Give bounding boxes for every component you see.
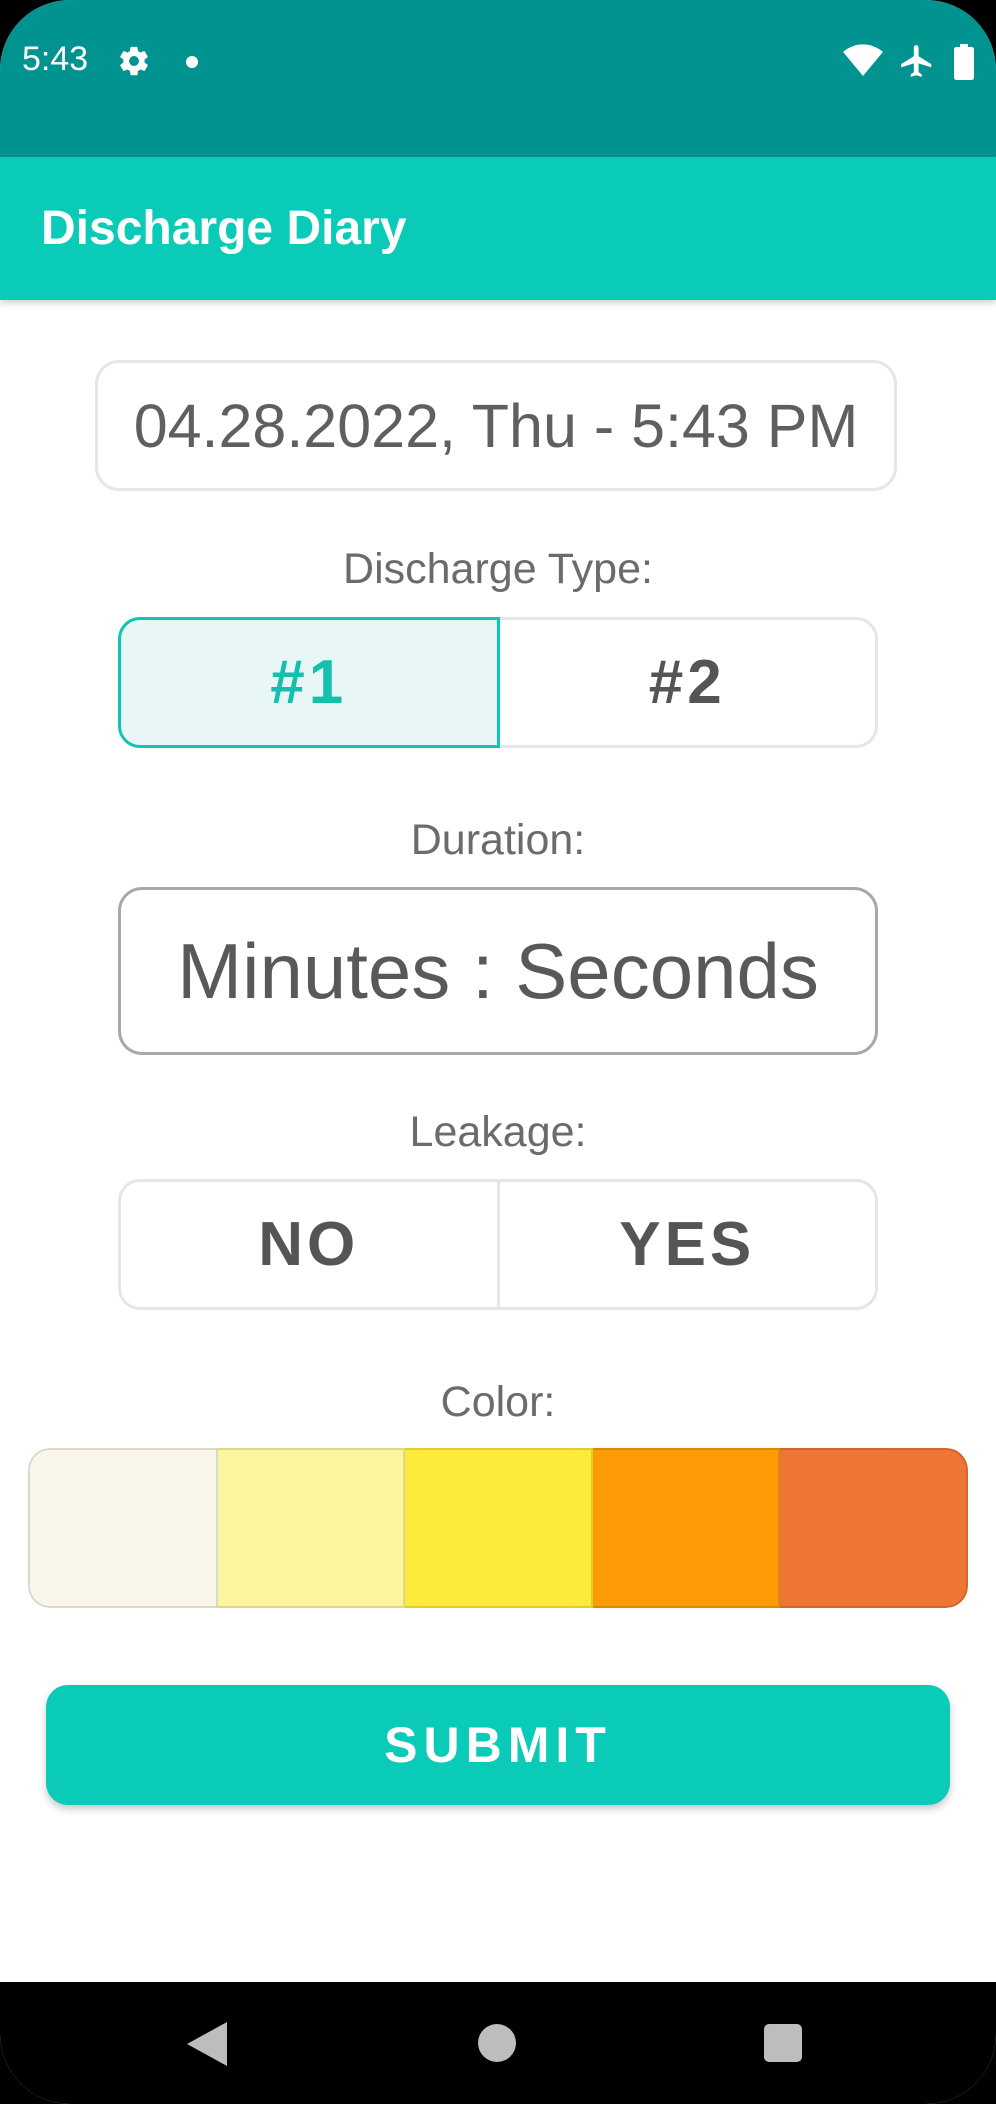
leakage-yes-button[interactable]: YES	[499, 1179, 878, 1310]
page-title: Discharge Diary	[41, 202, 407, 255]
color-picker	[28, 1448, 968, 1608]
color-label: Color:	[440, 1378, 556, 1426]
app-bar: Discharge Diary	[0, 157, 996, 300]
navigation-bar	[0, 1982, 996, 2104]
color-swatch-2[interactable]	[217, 1448, 406, 1608]
dot-icon	[186, 56, 198, 68]
status-bar: 5:43	[0, 0, 996, 157]
color-swatch-3[interactable]	[405, 1448, 593, 1608]
phone-screen: 5:43 Discharge Diary 04.28.2022, Thu - 5…	[0, 0, 996, 2104]
home-icon[interactable]	[478, 2024, 516, 2062]
airplane-icon	[901, 45, 932, 77]
battery-icon	[954, 44, 974, 80]
duration-input[interactable]: Minutes : Seconds	[118, 887, 878, 1055]
discharge-type-toggle: #1 #2	[118, 617, 878, 748]
discharge-type-option-1[interactable]: #1	[118, 617, 500, 748]
back-icon[interactable]	[186, 2022, 228, 2066]
color-swatch-1[interactable]	[28, 1448, 218, 1608]
leakage-no-button[interactable]: NO	[118, 1179, 500, 1310]
gear-icon	[120, 46, 148, 76]
leakage-label: Leakage:	[409, 1108, 587, 1156]
recents-icon[interactable]	[764, 2024, 802, 2062]
color-swatch-4[interactable]	[592, 1448, 781, 1608]
leakage-toggle: NO YES	[118, 1179, 878, 1310]
color-swatch-5[interactable]	[780, 1448, 968, 1608]
submit-button[interactable]: SUBMIT	[46, 1685, 950, 1805]
datetime-picker[interactable]: 04.28.2022, Thu - 5:43 PM	[95, 360, 897, 491]
wifi-icon	[843, 44, 883, 76]
discharge-type-option-2[interactable]: #2	[499, 617, 878, 748]
discharge-type-label: Discharge Type:	[343, 545, 653, 593]
duration-label: Duration:	[410, 816, 586, 864]
status-time: 5:43	[22, 40, 89, 78]
